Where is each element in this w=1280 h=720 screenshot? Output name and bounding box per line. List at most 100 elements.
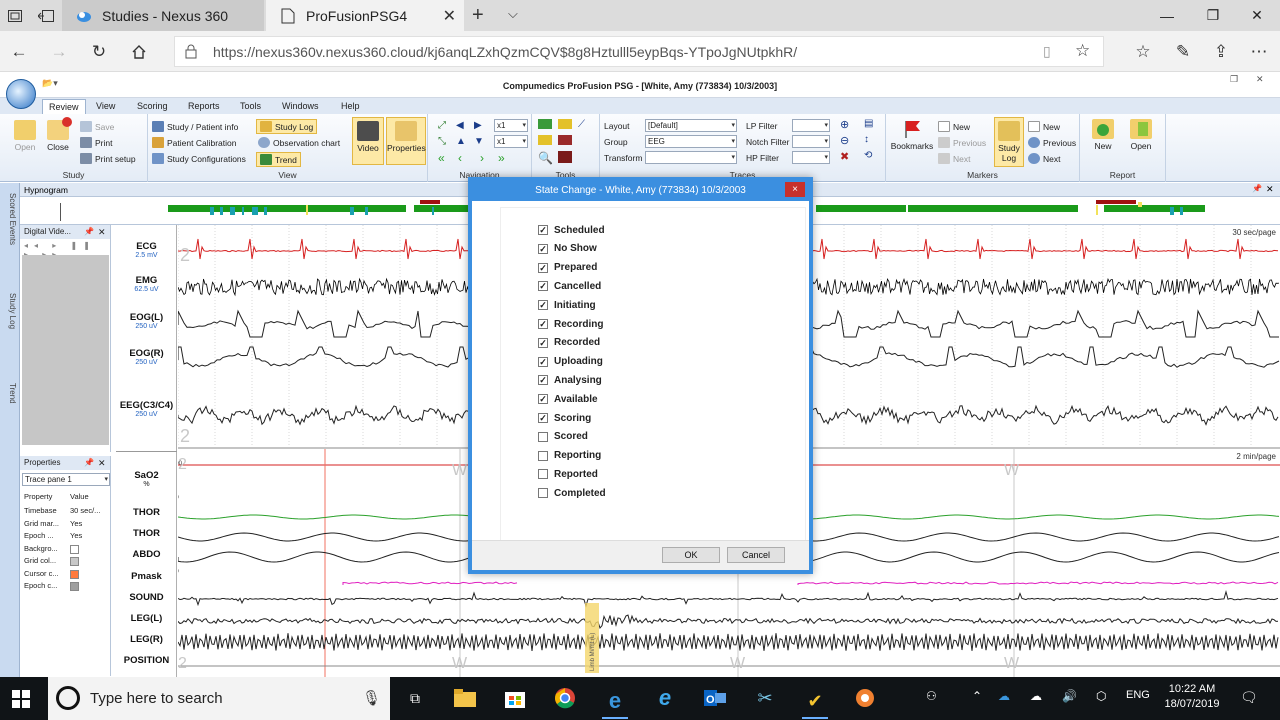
nav-zoom2-icon[interactable]: ⤡ bbox=[438, 136, 446, 147]
bookmark-previous-button[interactable]: Previous bbox=[938, 137, 986, 148]
log-new-button[interactable]: New bbox=[1028, 121, 1060, 132]
transform-select[interactable] bbox=[645, 151, 737, 164]
trend-button[interactable]: Trend bbox=[256, 152, 301, 167]
pin-icon[interactable]: 📌 bbox=[84, 456, 94, 470]
study-log-view-button[interactable]: Study Log bbox=[256, 119, 318, 134]
study-patient-info-button[interactable]: Study / Patient info bbox=[152, 121, 238, 132]
state-option-completed[interactable]: Completed bbox=[538, 485, 606, 501]
checkbox-unchecked[interactable] bbox=[538, 488, 548, 499]
color-swatch[interactable] bbox=[70, 557, 79, 566]
nav-down-icon[interactable]: ▼ bbox=[474, 136, 484, 147]
checkbox-checked[interactable]: ✓ bbox=[538, 356, 548, 367]
checkbox-checked[interactable]: ✓ bbox=[538, 225, 548, 235]
language-indicator[interactable]: ENG bbox=[1126, 689, 1150, 701]
trace-reset-icon[interactable]: ⟲ bbox=[864, 150, 872, 161]
cancel-button[interactable]: Cancel bbox=[727, 547, 785, 563]
set-tabs-aside-icon[interactable] bbox=[32, 0, 60, 31]
color-swatch[interactable] bbox=[70, 544, 79, 554]
nav-right-icon[interactable]: ▶ bbox=[474, 120, 482, 131]
channel-label[interactable]: EMG 62.5 uV bbox=[116, 275, 177, 293]
checkbox-checked[interactable]: ✓ bbox=[538, 337, 548, 348]
trace-scale-icon[interactable]: ↕ bbox=[864, 134, 869, 145]
nav-left-icon[interactable]: ◀ bbox=[456, 120, 464, 131]
chrome-icon[interactable] bbox=[552, 685, 578, 711]
close-properties-icon[interactable]: ✕ bbox=[98, 456, 106, 470]
back-icon[interactable]: ← bbox=[6, 39, 32, 65]
nav-zoom-icon[interactable]: ⤢ bbox=[438, 120, 446, 131]
bookmark-new-button[interactable]: New bbox=[938, 121, 970, 132]
close-pane-icon[interactable]: ✕ bbox=[1256, 74, 1264, 85]
checkbox-checked[interactable]: ✓ bbox=[538, 262, 548, 273]
forward-icon[interactable]: → bbox=[46, 39, 72, 65]
trace-pane-select[interactable]: Trace pane 1 bbox=[22, 473, 110, 486]
channel-label[interactable]: EOG(R) 250 uV bbox=[116, 348, 177, 366]
tab-windows[interactable]: Windows bbox=[276, 99, 325, 114]
side-tab-scored-events[interactable]: Scored Events bbox=[3, 193, 17, 245]
clear-icon[interactable]: ✖ bbox=[840, 150, 849, 163]
state-option-recording[interactable]: ✓ Recording bbox=[538, 316, 603, 332]
channel-label[interactable]: LEG(R) bbox=[116, 634, 177, 645]
state-option-initiating[interactable]: ✓ Initiating bbox=[538, 297, 596, 313]
report-new-button[interactable]: New bbox=[1088, 119, 1118, 151]
pen-icon[interactable]: ✎ bbox=[1170, 39, 1196, 65]
state-option-prepared[interactable]: ✓ Prepared bbox=[538, 260, 597, 276]
bookmark-next-button[interactable]: Next bbox=[938, 153, 970, 164]
state-option-recorded[interactable]: ✓ Recorded bbox=[538, 335, 600, 351]
trace-settings-icon[interactable]: ▤ bbox=[864, 118, 873, 129]
checkbox-unchecked[interactable] bbox=[538, 450, 548, 461]
hp-filter-select[interactable] bbox=[792, 151, 830, 164]
channel-label[interactable]: ABDO bbox=[116, 549, 177, 560]
nav-up-icon[interactable]: ▲ bbox=[456, 136, 466, 147]
cloud-sync-icon[interactable]: ☁ bbox=[1030, 689, 1042, 703]
channel-label[interactable]: LEG(L) bbox=[116, 613, 177, 624]
lp-filter-select[interactable] bbox=[792, 119, 830, 132]
ok-button[interactable]: OK bbox=[662, 547, 720, 563]
minimize-icon[interactable]: — bbox=[1144, 0, 1190, 31]
taskbar-search[interactable]: Type here to search 🎙 bbox=[48, 677, 390, 720]
windows-start-icon[interactable] bbox=[8, 686, 34, 712]
state-option-uploading[interactable]: ✓ Uploading bbox=[538, 354, 603, 370]
open-button[interactable]: Open bbox=[8, 120, 42, 152]
magnify-icon[interactable]: 🔍 bbox=[538, 151, 553, 165]
channel-label[interactable]: THOR bbox=[116, 528, 177, 539]
edge-icon[interactable]: e bbox=[602, 685, 628, 719]
clipboard-icon[interactable] bbox=[558, 151, 572, 163]
tab-profusion[interactable]: ProFusionPSG4 ✕ bbox=[266, 0, 464, 31]
state-option-reported[interactable]: Reported bbox=[538, 466, 598, 482]
people-icon[interactable]: ⚇ bbox=[926, 689, 937, 703]
new-tab-icon[interactable]: + bbox=[472, 4, 484, 27]
channel-label[interactable]: SOUND bbox=[116, 592, 177, 603]
chevron-down-icon[interactable]: ⌵ bbox=[508, 6, 518, 22]
restore-pane-icon[interactable]: ❐ bbox=[1230, 74, 1238, 85]
state-option-scored[interactable]: Scored bbox=[538, 429, 588, 445]
color-swatch[interactable] bbox=[70, 582, 79, 591]
file-explorer-icon[interactable] bbox=[452, 685, 478, 711]
channel-label[interactable]: EOG(L) 250 uV bbox=[116, 312, 177, 330]
checkbox-checked[interactable]: ✓ bbox=[538, 394, 548, 405]
tab-help[interactable]: Help bbox=[335, 99, 366, 114]
last-page-icon[interactable]: » bbox=[498, 151, 505, 165]
internet-explorer-icon[interactable]: e bbox=[652, 685, 678, 711]
log-previous-button[interactable]: Previous bbox=[1028, 137, 1076, 148]
state-option-analysing[interactable]: ✓ Analysing bbox=[538, 372, 602, 388]
onedrive-icon[interactable]: ☁ bbox=[998, 689, 1010, 703]
dialog-close-button[interactable]: × bbox=[785, 182, 805, 197]
state-option-cancelled[interactable]: ✓ Cancelled bbox=[538, 278, 601, 294]
nav-combo-1[interactable]: x1 bbox=[494, 119, 528, 132]
channel-label[interactable]: ECG 2.5 mV bbox=[116, 241, 177, 259]
measure-icon[interactable]: ⟋ bbox=[578, 119, 592, 130]
save-button[interactable]: Save bbox=[80, 121, 114, 132]
zoom-in-icon[interactable]: ⊕ bbox=[840, 118, 849, 131]
prop-value[interactable]: Yes bbox=[70, 519, 82, 528]
checkbox-checked[interactable]: ✓ bbox=[538, 413, 548, 423]
close-button[interactable]: Close bbox=[42, 117, 74, 152]
layout-select[interactable]: [Default] bbox=[645, 119, 737, 132]
bookmarks-button[interactable]: Bookmarks bbox=[890, 119, 934, 151]
checkbox-checked[interactable]: ✓ bbox=[538, 281, 548, 292]
ruler-icon[interactable] bbox=[558, 119, 572, 129]
clock[interactable]: 10:22 AM 18/07/2019 bbox=[1162, 683, 1222, 710]
zoom-out-icon[interactable]: ⊖ bbox=[840, 134, 849, 147]
refresh-icon[interactable]: ↻ bbox=[86, 39, 112, 65]
study-configurations-button[interactable]: Study Configurations bbox=[152, 153, 246, 164]
prev-page-icon[interactable]: ‹ bbox=[458, 151, 462, 165]
